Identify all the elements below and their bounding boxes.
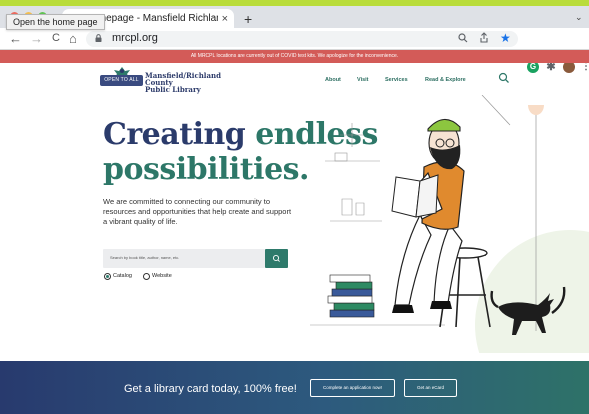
url-text[interactable]: mrcpl.org — [112, 32, 158, 44]
lock-icon — [95, 34, 102, 42]
omnibox[interactable]: mrcpl.org ★ — [86, 31, 518, 47]
tab-title: Homepage - Mansfield Richland — [85, 13, 218, 24]
search-placeholder: Search by book title, author, name, etc. — [110, 255, 180, 260]
nav-services[interactable]: Services — [385, 77, 408, 83]
tab-search-chevron-icon[interactable]: ⌄ — [575, 12, 583, 23]
cta-headline: Get a library card today, 100% free! — [124, 383, 297, 395]
reload-icon[interactable]: C — [52, 31, 60, 46]
forward-arrow-icon[interactable]: → — [30, 31, 43, 46]
home-icon[interactable]: ⌂ — [69, 31, 77, 46]
radio-catalog-label[interactable]: Catalog — [113, 273, 132, 280]
search-submit-icon — [272, 254, 280, 262]
new-tab-button[interactable]: + — [244, 11, 252, 27]
nav-read-explore[interactable]: Read & Explore — [425, 77, 466, 83]
bookmark-star-icon[interactable]: ★ — [500, 31, 511, 45]
radio-website[interactable] — [143, 273, 150, 280]
address-toolbar: ← → C ⌂ mrcpl.org ★ G ✱ ⋮ — [0, 28, 589, 73]
man-figure — [391, 118, 465, 313]
nav-visit[interactable]: Visit — [357, 77, 369, 83]
radio-catalog[interactable] — [104, 273, 111, 280]
books-stack — [327, 274, 375, 318]
alert-banner: All MRCPL locations are currently out of… — [0, 50, 589, 63]
back-arrow-icon[interactable]: ← — [9, 31, 22, 46]
hero-description: We are committed to connecting our commu… — [103, 197, 292, 226]
tab-close-icon[interactable]: × — [222, 13, 228, 25]
logo-line-1: Mansfield/Richland County — [145, 71, 221, 87]
logo-badge: OPEN TO ALL — [100, 75, 143, 86]
nav-about[interactable]: About — [325, 77, 341, 83]
logo-line-2: Public Library — [145, 85, 201, 94]
share-icon[interactable] — [479, 32, 489, 47]
reading-man-illustration — [310, 95, 589, 353]
hero-word-creating: Creating — [103, 117, 246, 152]
catalog-search-input[interactable]: Search by book title, author, name, etc. — [103, 249, 265, 268]
logo-text: Mansfield/Richland County Public Library — [145, 72, 240, 93]
site-logo[interactable]: OPEN TO ALL Mansfield/Richland County Pu… — [100, 66, 240, 93]
hero-title-line-2: possibilities. — [103, 152, 310, 187]
search-submit-button[interactable] — [265, 249, 288, 268]
get-ecard-button[interactable]: Get an eCard — [404, 379, 457, 397]
home-tooltip: Open the home page — [6, 14, 105, 30]
radio-website-label[interactable]: Website — [152, 273, 172, 280]
zoom-icon[interactable] — [458, 32, 468, 47]
complete-application-button[interactable]: Complete an application now! — [310, 379, 395, 397]
site-search-icon[interactable] — [498, 72, 510, 84]
